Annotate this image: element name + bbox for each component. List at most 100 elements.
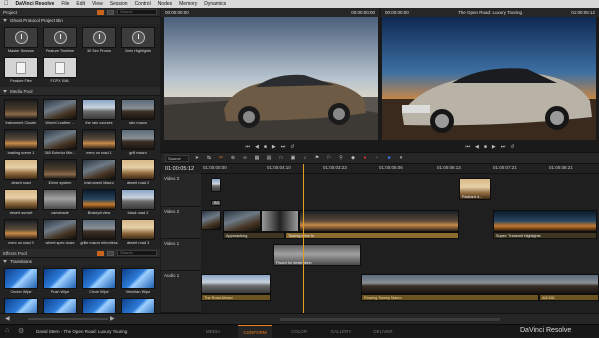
audio-clip[interactable]: The Road Ahead	[201, 294, 271, 301]
source-select[interactable]: Source	[165, 154, 189, 162]
timeline-clip[interactable]	[361, 274, 599, 294]
media-clip[interactable]: Brakepit view	[82, 189, 116, 216]
timeline-clip[interactable]	[223, 210, 261, 232]
snap-icon[interactable]: ⊕	[229, 155, 237, 162]
timeline-clip[interactable]	[201, 274, 271, 294]
media-pool-disclosure-icon[interactable]	[3, 89, 7, 93]
zoom-icon[interactable]: ⚲	[337, 155, 345, 162]
effects-search-input[interactable]: Search	[117, 250, 157, 256]
track-header-audio-1[interactable]: Audio 1	[161, 271, 201, 313]
trim-tool-icon[interactable]: ↹	[205, 155, 213, 162]
media-clip[interactable]: black road 2	[121, 189, 155, 216]
menu-edit[interactable]: Edit	[76, 1, 85, 7]
apple-icon[interactable]: 	[4, 1, 9, 7]
fit-fill-icon[interactable]: ▣	[289, 155, 297, 162]
menu-view[interactable]: View	[92, 1, 103, 7]
zoom-out-icon[interactable]: ◀	[5, 315, 10, 322]
more-options-icon[interactable]: ▾	[397, 155, 405, 162]
track-header-video-1[interactable]: Video 1	[161, 239, 201, 271]
timeline-clip[interactable]	[493, 210, 597, 232]
timeline-clip[interactable]	[211, 178, 221, 192]
play-icon[interactable]: ▶	[272, 144, 276, 150]
media-clip[interactable]: desert road 2	[121, 159, 155, 186]
project-item[interactable]: 30 Sec Promo	[82, 27, 116, 54]
media-clip[interactable]: wheel spec close	[43, 219, 77, 246]
timeline-clip-label[interactable]: Super: Transmit Highlights	[493, 232, 597, 239]
media-clip[interactable]: Instrument Cluster	[4, 99, 38, 126]
project-item[interactable]: Master Session	[4, 27, 38, 54]
media-clip[interactable]: desert road 3	[121, 219, 155, 246]
project-item[interactable]: Feature Timeline	[43, 27, 77, 54]
timeline-clip-label[interactable]: Approaching	[223, 232, 285, 239]
program-loop-icon[interactable]: ↺	[510, 144, 514, 150]
menu-nodes[interactable]: Nodes	[158, 1, 172, 7]
media-clip[interactable]: the rain courses	[82, 99, 116, 126]
media-clip[interactable]: 360 Exterior Mirr...	[43, 129, 77, 156]
timeline-clip-label[interactable]: BG	[211, 200, 221, 206]
flag-icon[interactable]: ⚐	[325, 155, 333, 162]
timeline-clip[interactable]: Packard d...	[459, 178, 491, 200]
timeline-clip-label[interactable]: Touring drive fs	[285, 232, 459, 239]
timeline-clip[interactable]: Paced for destination	[273, 244, 361, 266]
list-view-button[interactable]	[107, 9, 114, 15]
project-search-input[interactable]: Search	[117, 9, 157, 15]
media-clip[interactable]: merc on road 1	[82, 129, 116, 156]
disclosure-icon[interactable]	[3, 19, 7, 22]
effects-grid-view-button[interactable]	[97, 250, 104, 256]
project-item[interactable]: 2min Highlights	[121, 27, 155, 54]
menu-session[interactable]: Session	[110, 1, 128, 7]
page-tab-color[interactable]: COLOR	[282, 325, 316, 338]
replace-icon[interactable]: □	[277, 155, 285, 162]
program-play-icon[interactable]: ▶	[492, 144, 496, 150]
project-item[interactable]: FCPX XML	[43, 57, 77, 84]
program-skip-start-icon[interactable]: ⏮	[466, 144, 471, 150]
effects-list-view-button[interactable]	[107, 250, 114, 256]
page-tab-deliver[interactable]: DELIVER	[366, 325, 400, 338]
transitions-category-row[interactable]: Transitions	[0, 258, 160, 265]
transition-item[interactable]: Circle Wipe	[82, 268, 116, 295]
grid-view-button[interactable]	[97, 9, 104, 15]
program-skip-end-icon[interactable]: ⏭	[501, 144, 506, 150]
color-marker-icon[interactable]: ■	[385, 155, 393, 162]
transition-item[interactable]: Venetian Wipe	[121, 268, 155, 295]
media-clip[interactable]: desert sunset	[4, 189, 38, 216]
timeline-transition[interactable]	[261, 210, 299, 232]
menu-control[interactable]: Control	[135, 1, 151, 7]
loop-icon[interactable]: ↺	[290, 144, 294, 150]
transitions-disclosure-icon[interactable]	[3, 260, 7, 263]
record-icon[interactable]: ●	[361, 155, 369, 162]
menu-dynamics[interactable]: Dynamics	[204, 1, 226, 7]
transform-icon[interactable]: ▫	[373, 155, 381, 162]
timeline-clip[interactable]	[201, 210, 221, 230]
media-clip[interactable]: merc on road 3	[4, 219, 38, 246]
insert-icon[interactable]: ▦	[253, 155, 261, 162]
link-icon[interactable]: ∞	[241, 155, 249, 162]
track-header-video-3[interactable]: Video 3	[161, 174, 201, 207]
zoom-in-icon[interactable]: ▶	[110, 315, 115, 322]
transition-item[interactable]: Center Wipe	[4, 268, 38, 295]
menu-app-name[interactable]: DaVinci Resolve	[16, 1, 55, 7]
project-bin-row[interactable]: Ghost Protocol Project Bin	[0, 17, 160, 24]
timeline-ruler[interactable]: 01:00:00:00 01:00:04:10 01:00:03:23 01:0…	[201, 164, 599, 174]
media-clip[interactable]: Worrel Leather ...	[43, 99, 77, 126]
marker-icon[interactable]: ⚑	[313, 155, 321, 162]
timeline-clip[interactable]	[299, 210, 459, 232]
page-tab-gallery[interactable]: GALLERY	[324, 325, 358, 338]
program-stop-icon[interactable]: ■	[484, 144, 487, 150]
home-icon[interactable]: ⌂	[5, 327, 9, 334]
page-tab-media[interactable]: MEDIA	[196, 325, 230, 338]
program-viewer[interactable]	[382, 17, 596, 140]
media-clip[interactable]: braking scene 1	[4, 129, 38, 156]
media-clip[interactable]: grill macro	[121, 129, 155, 156]
skip-end-icon[interactable]: ⏭	[281, 144, 286, 150]
zoom-slider[interactable]	[28, 318, 108, 320]
media-clip[interactable]: rain macro	[121, 99, 155, 126]
stop-icon[interactable]: ■	[264, 144, 267, 150]
page-tab-conform[interactable]: CONFORM	[238, 325, 272, 338]
audio-icon[interactable]: ♪	[301, 155, 309, 162]
audio-clip[interactable]: Roaring Sweep Macro	[361, 294, 539, 301]
playhead[interactable]	[303, 164, 304, 313]
blade-tool-icon[interactable]: ✂	[217, 155, 225, 162]
media-clip[interactable]: desert road	[4, 159, 38, 186]
source-viewer[interactable]	[164, 17, 378, 140]
